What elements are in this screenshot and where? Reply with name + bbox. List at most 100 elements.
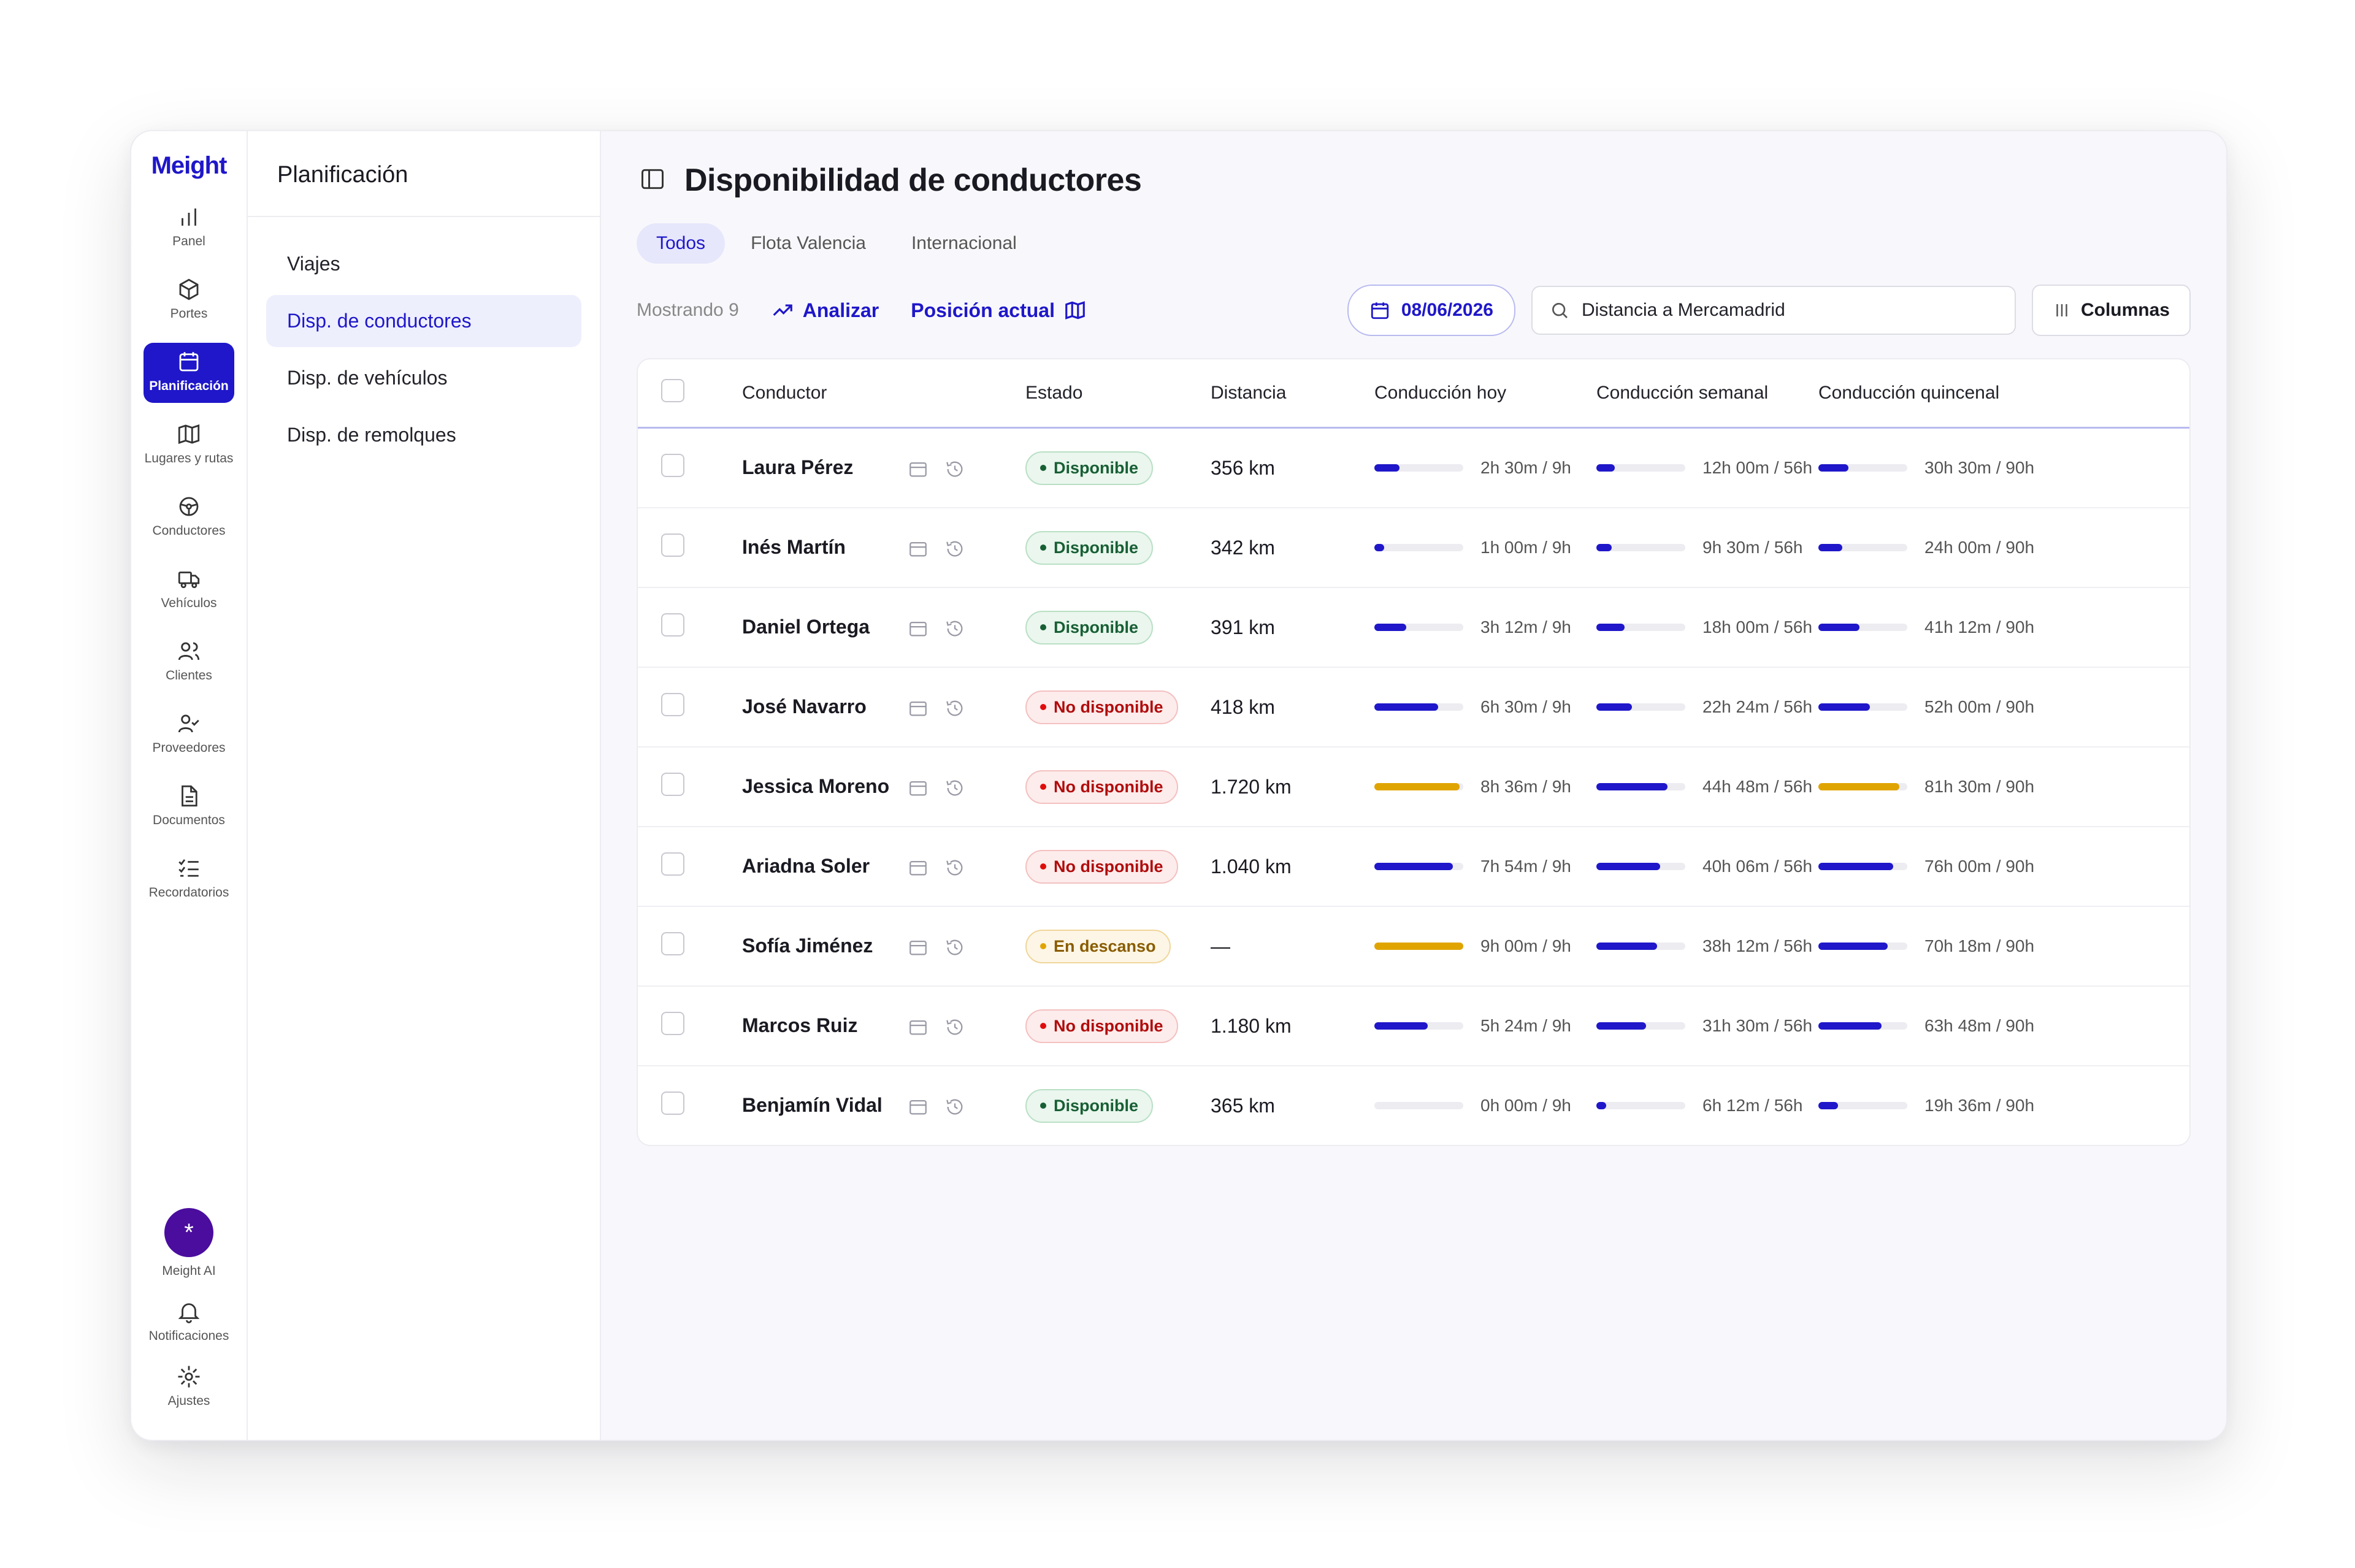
driver-name[interactable]: Marcos Ruiz xyxy=(742,1014,857,1037)
search-input[interactable] xyxy=(1580,299,1997,321)
rail-item-meight-ai[interactable]: * Meight AI xyxy=(144,1202,234,1288)
history-icon[interactable] xyxy=(944,1017,965,1038)
driver-name[interactable]: Sofía Jiménez xyxy=(742,935,873,957)
driving-today-meter: 6h 30m / 9h xyxy=(1374,697,1595,717)
history-icon[interactable] xyxy=(944,538,965,559)
sidebar-toggle-icon[interactable] xyxy=(639,166,684,196)
header-distance[interactable]: Distancia xyxy=(1210,359,1374,429)
subnav-item[interactable]: Disp. de vehículos xyxy=(266,352,581,404)
calendar-view-icon[interactable] xyxy=(908,857,929,878)
rail-item-proveedores[interactable]: Proveedores xyxy=(144,705,234,765)
history-icon[interactable] xyxy=(944,857,965,878)
brand-logo[interactable]: Meight xyxy=(131,152,247,180)
header-status[interactable]: Estado xyxy=(1025,359,1210,429)
header-driver[interactable]: Conductor xyxy=(741,359,1025,429)
driving-fortnight-bar xyxy=(1818,863,1907,870)
table-row[interactable]: Ariadna Soler No disponible 1.040 km 7h 54m… xyxy=(638,827,2189,907)
subnav-item[interactable]: Disp. de conductores xyxy=(266,295,581,347)
calendar-view-icon[interactable] xyxy=(908,1096,929,1117)
driver-name[interactable]: Daniel Ortega xyxy=(742,616,870,638)
driving-today-meter: 8h 36m / 9h xyxy=(1374,777,1595,797)
rail-item-documentos[interactable]: Documentos xyxy=(144,777,234,837)
driver-name[interactable]: Jessica Moreno xyxy=(742,775,889,798)
driving-weekly-bar-fill xyxy=(1596,624,1625,631)
row-checkbox[interactable] xyxy=(661,693,684,716)
analyze-button[interactable]: Analizar xyxy=(771,299,879,322)
row-checkbox[interactable] xyxy=(661,852,684,876)
bar-chart-icon xyxy=(182,208,196,226)
driving-weekly-value: 44h 48m / 56h xyxy=(1702,777,1813,796)
driving-weekly-meter: 12h 00m / 56h xyxy=(1596,458,1817,478)
driving-weekly-bar xyxy=(1596,1022,1685,1030)
subnav-item[interactable]: Viajes xyxy=(266,238,581,290)
driver-name[interactable]: Laura Pérez xyxy=(742,456,853,479)
subnav-list: Viajes Disp. de conductores Disp. de vehíc… xyxy=(248,217,600,487)
subnav-item[interactable]: Disp. de remolques xyxy=(266,409,581,461)
rail-item-recordatorios[interactable]: Recordatorios xyxy=(144,849,234,909)
calendar-view-icon[interactable] xyxy=(908,1017,929,1038)
row-checkbox[interactable] xyxy=(661,534,684,557)
calendar-view-icon[interactable] xyxy=(908,459,929,480)
tab-bar: Todos Flota Valencia Internacional xyxy=(637,223,1043,264)
calendar-view-icon[interactable] xyxy=(908,778,929,798)
rail-item-ajustes[interactable]: Ajustes xyxy=(144,1358,234,1418)
driver-name[interactable]: Benjamín Vidal xyxy=(742,1094,883,1117)
rail-item-panel[interactable]: Panel xyxy=(144,198,234,258)
distance-value: 356 km xyxy=(1210,427,1374,508)
rail-item-planificaci-n[interactable]: Planificación xyxy=(144,343,234,403)
table-row[interactable]: José Navarro No disponible 418 km 6h 30m / … xyxy=(638,667,2189,748)
row-checkbox[interactable] xyxy=(661,1092,684,1115)
columns-button[interactable]: Columnas xyxy=(2031,285,2191,336)
header-driving-fortnight[interactable]: Conducción quincenal xyxy=(1818,359,2189,429)
rail-item-notificaciones[interactable]: Notificaciones xyxy=(144,1293,234,1353)
table-row[interactable]: Benjamín Vidal Disponible 365 km 0h 00m / 9… xyxy=(638,1066,2189,1145)
row-checkbox[interactable] xyxy=(661,932,684,955)
calendar-view-icon[interactable] xyxy=(908,937,929,958)
history-icon[interactable] xyxy=(944,1096,965,1117)
row-checkbox[interactable] xyxy=(661,454,684,477)
driving-weekly-bar xyxy=(1596,943,1685,950)
driving-fortnight-bar xyxy=(1818,1102,1907,1109)
table-row[interactable]: Laura Pérez Disponible 356 km 2h 30m / 9h 12… xyxy=(638,427,2189,508)
header-driving-today[interactable]: Conducción hoy xyxy=(1374,359,1596,429)
rail-item-portes[interactable]: Portes xyxy=(144,270,234,331)
driver-name[interactable]: José Navarro xyxy=(742,695,867,718)
calendar-icon xyxy=(1371,302,1388,319)
driving-weekly-value: 40h 06m / 56h xyxy=(1702,857,1813,876)
table-row[interactable]: Sofía Jiménez En descanso — 9h 00m / 9h 38h … xyxy=(638,906,2189,987)
distance-value: — xyxy=(1210,906,1374,987)
date-picker-button[interactable]: 08/06/2026 xyxy=(1347,285,1515,336)
driver-name[interactable]: Inés Martín xyxy=(742,536,846,559)
current-position-button[interactable]: Posición actual xyxy=(911,299,1087,322)
history-icon[interactable] xyxy=(944,618,965,639)
history-icon[interactable] xyxy=(944,698,965,719)
calendar-view-icon[interactable] xyxy=(908,618,929,639)
tab-todos[interactable]: Todos xyxy=(637,223,726,264)
rail-item-veh-culos[interactable]: Vehículos xyxy=(144,560,234,620)
table-row[interactable]: Marcos Ruiz No disponible 1.180 km 5h 24m /… xyxy=(638,986,2189,1066)
calendar-view-icon[interactable] xyxy=(908,698,929,719)
header-driving-weekly[interactable]: Conducción semanal xyxy=(1596,359,1818,429)
rail-item-lugares-y-rutas[interactable]: Lugares y rutas xyxy=(144,415,234,475)
driver-name[interactable]: Ariadna Soler xyxy=(742,855,870,878)
rail-item-clientes[interactable]: Clientes xyxy=(144,632,234,692)
rail-item-label: Planificación xyxy=(149,379,229,393)
row-checkbox[interactable] xyxy=(661,613,684,637)
driving-fortnight-bar xyxy=(1818,943,1907,950)
row-checkbox[interactable] xyxy=(661,773,684,796)
table-row[interactable]: Jessica Moreno No disponible 1.720 km 8h 36… xyxy=(638,747,2189,827)
row-checkbox[interactable] xyxy=(661,1012,684,1035)
table-row[interactable]: Inés Martín Disponible 342 km 1h 00m / 9h 9h… xyxy=(638,508,2189,588)
rail-item-conductores[interactable]: Conductores xyxy=(144,488,234,548)
select-all-checkbox[interactable] xyxy=(661,379,684,402)
status-label: En descanso xyxy=(1054,936,1156,955)
tab-internacional[interactable]: Internacional xyxy=(892,223,1036,264)
history-icon[interactable] xyxy=(944,459,965,480)
tab-flota-valencia[interactable]: Flota Valencia xyxy=(731,223,886,264)
calendar-view-icon[interactable] xyxy=(908,538,929,559)
driving-weekly-value: 9h 30m / 56h xyxy=(1702,538,1803,557)
table-row[interactable]: Daniel Ortega Disponible 391 km 3h 12m / 9h… xyxy=(638,587,2189,668)
history-icon[interactable] xyxy=(944,937,965,958)
driving-weekly-bar xyxy=(1596,783,1685,790)
history-icon[interactable] xyxy=(944,778,965,798)
